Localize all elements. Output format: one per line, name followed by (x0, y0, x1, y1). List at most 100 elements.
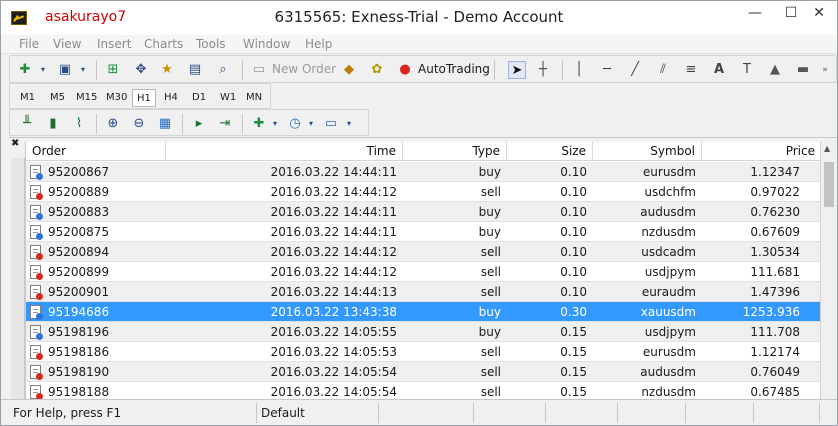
terminal-icon[interactable]: ▤ (186, 61, 204, 79)
navigator-icon[interactable]: ✥ (132, 61, 150, 79)
close-panel-icon[interactable]: ✖ (11, 138, 19, 149)
chart-shift-icon[interactable]: ▸ (190, 115, 208, 133)
timeframe-h1[interactable]: H1 (132, 89, 156, 107)
minimize-button[interactable]: — (737, 1, 773, 27)
table-row[interactable]: 95198190 2016.03.22 14:05:54 sell 0.15 audus… (26, 362, 820, 382)
cell-type: buy (478, 325, 501, 339)
table-row[interactable]: 95200875 2016.03.22 14:44:11 buy 0.10 nzdusd… (26, 222, 820, 242)
autotrading-icon[interactable]: ● (396, 61, 414, 79)
text-label-icon[interactable]: T (738, 61, 756, 79)
auto-scroll-icon[interactable]: ⇥ (216, 115, 234, 133)
timeframe-m15[interactable]: M15 (72, 89, 101, 107)
new-order-icon[interactable]: ▭ (250, 61, 268, 79)
menu-window[interactable]: Window (243, 37, 290, 51)
timeframe-m1[interactable]: M1 (16, 89, 39, 107)
table-row[interactable]: 95200883 2016.03.22 14:44:11 buy 0.10 audusd… (26, 202, 820, 222)
horizontal-line-icon[interactable]: ─ (598, 61, 616, 79)
terminal-window: asakurayo7 6315565: Exness-Trial - Demo … (0, 0, 838, 426)
table-row[interactable]: 95200901 2016.03.22 14:44:13 sell 0.10 eurau… (26, 282, 820, 302)
menu-charts[interactable]: Charts (144, 37, 183, 51)
zoom-out-icon[interactable]: ⊖ (130, 115, 148, 133)
timeframe-m5[interactable]: M5 (46, 89, 69, 107)
scroll-up-icon[interactable]: ▲ (824, 144, 830, 153)
vertical-scrollbar[interactable]: ▲ (820, 142, 836, 400)
timeframe-h4[interactable]: H4 (160, 89, 182, 107)
table-row[interactable]: 95198188 2016.03.22 14:05:54 sell 0.15 nzdus… (26, 382, 820, 400)
new-order-button[interactable]: New Order (272, 62, 336, 76)
new-chart-icon[interactable]: ✚ (16, 61, 34, 79)
table-row[interactable]: 95198196 2016.03.22 14:05:55 buy 0.15 usdjpy… (26, 322, 820, 342)
fibonacci-icon[interactable]: ≡ (682, 61, 700, 79)
column-type[interactable]: Type (403, 142, 507, 161)
periods-dropdown-icon[interactable]: ▾ (302, 115, 320, 133)
cell-order: 95200883 (48, 205, 110, 219)
text-tool-icon[interactable]: A (710, 61, 728, 79)
cell-type: buy (478, 305, 501, 319)
profiles-dropdown-icon[interactable]: ▾ (74, 61, 92, 79)
table-row[interactable]: 95200894 2016.03.22 14:44:12 sell 0.10 usdca… (26, 242, 820, 262)
line-chart-icon[interactable]: ⌇ (70, 115, 88, 133)
templates-icon[interactable]: ▭ (322, 115, 340, 133)
options-icon[interactable]: ✿ (368, 61, 386, 79)
timeframe-w1[interactable]: W1 (216, 89, 240, 107)
new-chart-dropdown-icon[interactable]: ▾ (34, 61, 52, 79)
profiles-icon[interactable]: ▣ (56, 61, 74, 79)
data-window-icon[interactable]: ★ (158, 61, 176, 79)
trendline-icon[interactable]: ╱ (626, 61, 644, 79)
cursor-icon[interactable]: ➤ (508, 61, 526, 79)
table-row[interactable]: 95200899 2016.03.22 14:44:12 sell 0.10 usdjp… (26, 262, 820, 282)
candlesticks-icon[interactable]: ▮ (44, 115, 62, 133)
bar-chart-icon[interactable]: ╨ (18, 115, 36, 133)
autotrading-button[interactable]: AutoTrading (418, 62, 490, 76)
cell-time: 2016.03.22 14:44:12 (270, 245, 397, 259)
vertical-line-icon[interactable]: │ (570, 61, 588, 79)
menu-help[interactable]: Help (305, 37, 332, 51)
table-header: Order Time Type Size Symbol Price (26, 142, 820, 161)
column-order[interactable]: Order (26, 142, 166, 161)
templates-dropdown-icon[interactable]: ▾ (340, 115, 358, 133)
scrollbar-thumb[interactable] (824, 162, 834, 207)
indicators-dropdown-icon[interactable]: ▾ (266, 115, 284, 133)
cell-price: 111.681 (750, 265, 800, 279)
cell-symbol: usdcadm (641, 245, 696, 259)
table-row[interactable]: 95198186 2016.03.22 14:05:53 sell 0.15 eurus… (26, 342, 820, 362)
cell-type: buy (478, 205, 501, 219)
column-price[interactable]: Price (702, 142, 820, 161)
cell-symbol: nzdusdm (641, 225, 696, 239)
tile-windows-icon[interactable]: ▦ (156, 115, 174, 133)
market-watch-icon[interactable]: ⊞ (104, 61, 122, 79)
toolbar-overflow-icon[interactable]: » (816, 61, 834, 79)
arrows-icon[interactable]: ▲ (766, 61, 784, 79)
table-row[interactable]: 95200867 2016.03.22 14:44:11 buy 0.10 eurusd… (26, 162, 820, 182)
menu-tools[interactable]: Tools (196, 37, 226, 51)
column-size[interactable]: Size (507, 142, 593, 161)
cell-price: 1253.936 (742, 305, 800, 319)
menu-file[interactable]: File (19, 37, 39, 51)
cell-price: 1.47396 (750, 285, 800, 299)
cell-symbol: usdjpym (644, 265, 696, 279)
cell-symbol: eurusdm (642, 345, 696, 359)
timeframe-d1[interactable]: D1 (188, 89, 210, 107)
zoom-in-icon[interactable]: ⊕ (104, 115, 122, 133)
table-row[interactable]: 95200889 2016.03.22 14:44:12 sell 0.10 usdch… (26, 182, 820, 202)
cell-order: 95198186 (48, 345, 110, 359)
status-help-text: For Help, press F1 (9, 403, 257, 423)
cell-order: 95198190 (48, 365, 110, 379)
metaeditor-icon[interactable]: ◆ (340, 61, 358, 79)
timeframe-m30[interactable]: M30 (102, 89, 131, 107)
cell-price: 1.12174 (750, 345, 800, 359)
timeframe-mn[interactable]: MN (242, 89, 266, 107)
strategy-tester-icon[interactable]: ⌕ (214, 61, 232, 79)
title-bar: asakurayo7 6315565: Exness-Trial - Demo … (1, 1, 837, 35)
column-time[interactable]: Time (166, 142, 403, 161)
table-row[interactable]: 95194686 2016.03.22 13:43:38 buy 0.30 xauusd… (26, 302, 820, 322)
menu-insert[interactable]: Insert (97, 37, 131, 51)
close-button[interactable]: ✕ (801, 1, 837, 27)
equidistant-channel-icon[interactable]: ⫽ (654, 61, 672, 79)
table-body: 95200867 2016.03.22 14:44:11 buy 0.10 eurusd… (26, 162, 820, 400)
cell-size: 0.15 (560, 365, 587, 379)
shapes-icon[interactable]: ▬ (794, 61, 812, 79)
crosshair-icon[interactable]: ┼ (534, 61, 552, 79)
menu-view[interactable]: View (53, 37, 81, 51)
column-symbol[interactable]: Symbol (593, 142, 702, 161)
